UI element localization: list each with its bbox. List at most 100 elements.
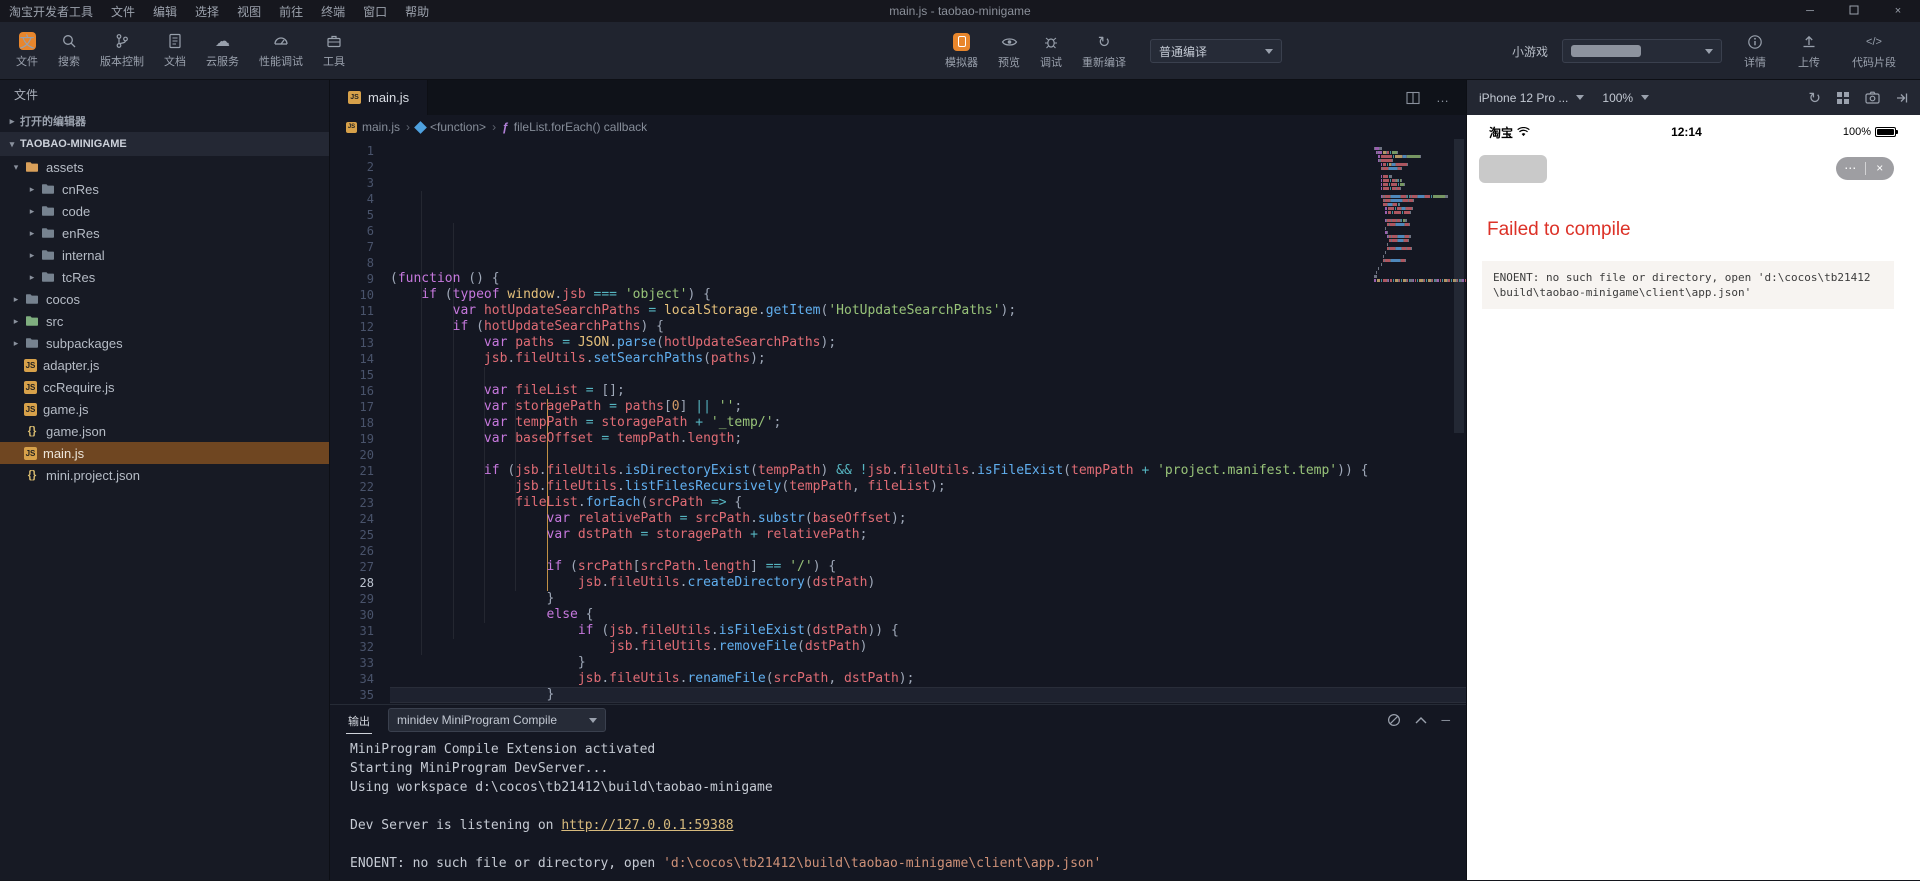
debug-button[interactable]: 调试 (1030, 22, 1072, 80)
maximize-icon[interactable] (1832, 5, 1876, 18)
code-line-26[interactable]: } (390, 655, 1466, 671)
code-line-1[interactable] (390, 255, 1466, 271)
breadcrumb-function[interactable]: <function> (414, 120, 486, 134)
code-line-14[interactable]: if (jsb.fileUtils.isDirectoryExist(tempP… (390, 463, 1466, 479)
source-control-button[interactable]: 版本控制 (90, 22, 154, 80)
code-line-17[interactable]: var relativePath = srcPath.substr(baseOf… (390, 511, 1466, 527)
tree-item-code[interactable]: ▸ code (0, 200, 329, 222)
chevron-closed-icon[interactable]: ▸ (8, 316, 24, 327)
details-button[interactable]: 详情 (1734, 22, 1776, 80)
preview-button[interactable]: 预览 (988, 22, 1030, 80)
code-line-10[interactable]: var storagePath = paths[0] || ''; (390, 399, 1466, 415)
scrollbar-thumb[interactable] (1454, 139, 1464, 433)
split-editor-icon[interactable] (1406, 91, 1420, 105)
tab-output[interactable]: 输出 (346, 707, 372, 734)
clear-output-icon[interactable] (1387, 713, 1401, 727)
chevron-closed-icon[interactable]: ▸ (24, 228, 40, 239)
tree-item-game.json[interactable]: {} game.json (0, 420, 329, 442)
menu-item-3[interactable]: 选择 (186, 3, 228, 20)
code-line-13[interactable] (390, 447, 1466, 463)
capsule-close-icon[interactable]: × (1866, 157, 1895, 180)
more-actions-icon[interactable]: … (1436, 90, 1450, 105)
code-line-7[interactable]: jsb.fileUtils.setSearchPaths(paths); (390, 351, 1466, 367)
chevron-closed-icon[interactable]: ▸ (24, 184, 40, 195)
performance-debug-button[interactable]: 性能调试 (249, 22, 313, 80)
menu-item-5[interactable]: 前往 (270, 3, 312, 20)
code-line-25[interactable]: jsb.fileUtils.removeFile(dstPath) (390, 639, 1466, 655)
code-line-24[interactable]: if (jsb.fileUtils.isFileExist(dstPath)) … (390, 623, 1466, 639)
tree-item-game.js[interactable]: JS game.js (0, 398, 329, 420)
recompile-button[interactable]: ↻ 重新编译 (1072, 22, 1136, 80)
devserver-link[interactable]: http://127.0.0.1:59388 (561, 818, 733, 833)
editor-scrollbar[interactable] (1452, 139, 1466, 704)
tree-item-subpackages[interactable]: ▸ subpackages (0, 332, 329, 354)
tree-item-tcRes[interactable]: ▸ tcRes (0, 266, 329, 288)
menu-item-6[interactable]: 终端 (312, 3, 354, 20)
menu-item-2[interactable]: 编辑 (144, 3, 186, 20)
chevron-closed-icon[interactable]: ▸ (24, 250, 40, 261)
code-line-19[interactable] (390, 543, 1466, 559)
code-line-3[interactable]: if (typeof window.jsb === 'object') { (390, 287, 1466, 303)
chevron-closed-icon[interactable]: ▸ (8, 294, 24, 305)
code-line-8[interactable] (390, 367, 1466, 383)
code-line-5[interactable]: if (hotUpdateSearchPaths) { (390, 319, 1466, 335)
code-scroll[interactable]: (function () { if (typeof window.jsb ===… (390, 139, 1466, 704)
code-line-23[interactable]: else { (390, 607, 1466, 623)
code-line-22[interactable]: } (390, 591, 1466, 607)
breadcrumb-file[interactable]: JS main.js (346, 120, 400, 134)
tree-item-enRes[interactable]: ▸ enRes (0, 222, 329, 244)
tree-item-cnRes[interactable]: ▸ cnRes (0, 178, 329, 200)
code-line-15[interactable]: jsb.fileUtils.listFilesRecursively(tempP… (390, 479, 1466, 495)
refresh-icon[interactable]: ↻ (1808, 89, 1821, 107)
tree-item-src[interactable]: ▸ src (0, 310, 329, 332)
tree-item-adapter.js[interactable]: JS adapter.js (0, 354, 329, 376)
code-line-6[interactable]: var paths = JSON.parse(hotUpdateSearchPa… (390, 335, 1466, 351)
code-editor[interactable]: 1 2 3 4 5 6 7 8 9 10 11 12 13 14 15 16 17 18 19 20 21 22 23 24 2… (330, 139, 1466, 704)
code-line-21[interactable]: jsb.fileUtils.createDirectory(dstPath) (390, 575, 1466, 591)
chevron-closed-icon[interactable]: ▸ (24, 206, 40, 217)
menu-item-0[interactable]: 淘宝开发者工具 (0, 3, 102, 20)
simulator-button[interactable]: 模拟器 (935, 22, 988, 80)
code-line-27[interactable]: jsb.fileUtils.renameFile(srcPath, dstPat… (390, 671, 1466, 687)
menu-item-4[interactable]: 视图 (228, 3, 270, 20)
apps-grid-icon[interactable] (1836, 91, 1850, 105)
tree-item-mini.project.json[interactable]: {} mini.project.json (0, 464, 329, 486)
code-line-28[interactable]: } (390, 687, 1466, 703)
code-line-29[interactable]: }) (390, 703, 1466, 704)
collapse-panel-icon[interactable] (1895, 92, 1908, 104)
breadcrumb-callback[interactable]: ƒ fileList.forEach() callback (502, 120, 647, 134)
docs-button[interactable]: 文档 (154, 22, 196, 80)
hide-panel-icon[interactable]: ─ (1441, 713, 1450, 727)
code-line-12[interactable]: var baseOffset = tempPath.length; (390, 431, 1466, 447)
menu-item-8[interactable]: 帮助 (396, 3, 438, 20)
menu-item-7[interactable]: 窗口 (354, 3, 396, 20)
tree-item-ccRequire.js[interactable]: JS ccRequire.js (0, 376, 329, 398)
code-line-2[interactable]: (function () { (390, 271, 1466, 287)
output-channel-select[interactable]: minidev MiniProgram Compile (388, 708, 606, 732)
code-snippet-button[interactable]: </> 代码片段 (1842, 22, 1906, 80)
upload-button[interactable]: 上传 (1788, 22, 1830, 80)
menu-item-1[interactable]: 文件 (102, 3, 144, 20)
zoom-select[interactable]: 100% (1602, 91, 1650, 105)
screenshot-icon[interactable] (1865, 91, 1880, 104)
search-button[interactable]: 搜索 (48, 22, 90, 80)
tools-button[interactable]: 工具 (313, 22, 355, 80)
code-line-11[interactable]: var tempPath = storagePath + '_temp/'; (390, 415, 1466, 431)
open-editors-section[interactable]: ▸ 打开的编辑器 (0, 110, 329, 132)
tree-item-assets[interactable]: ▾ assets (0, 156, 329, 178)
tree-item-main.js[interactable]: JS main.js (0, 442, 329, 464)
chevron-closed-icon[interactable]: ▸ (24, 272, 40, 283)
compile-mode-select[interactable]: 普通编译 (1150, 39, 1282, 63)
tree-item-internal[interactable]: ▸ internal (0, 244, 329, 266)
code-line-16[interactable]: fileList.forEach(srcPath => { (390, 495, 1466, 511)
close-icon[interactable]: × (1876, 5, 1920, 18)
chevron-closed-icon[interactable]: ▸ (8, 338, 24, 349)
cloud-services-button[interactable]: ☁ 云服务 (196, 22, 249, 80)
device-select[interactable]: iPhone 12 Pro ... (1479, 91, 1585, 105)
maximize-panel-icon[interactable] (1415, 716, 1427, 724)
tree-item-cocos[interactable]: ▸ cocos (0, 288, 329, 310)
chevron-open-icon[interactable]: ▾ (8, 162, 24, 173)
project-root-section[interactable]: ▾ TAOBAO-MINIGAME (0, 132, 329, 156)
capsule-more-icon[interactable]: ⋯ (1836, 157, 1865, 180)
code-line-18[interactable]: var dstPath = storagePath + relativePath… (390, 527, 1466, 543)
